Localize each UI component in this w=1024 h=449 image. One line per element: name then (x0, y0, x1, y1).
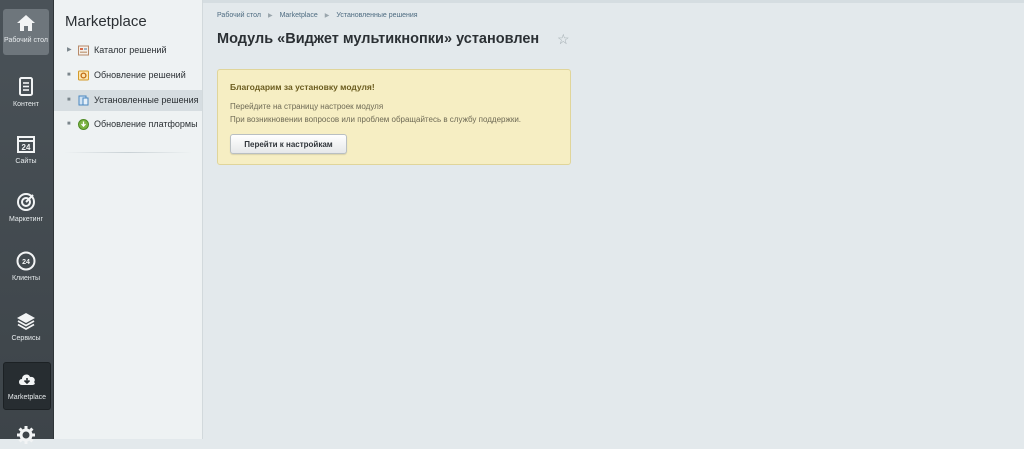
breadcrumb-desktop[interactable]: Рабочий стол (217, 12, 261, 19)
main-nav-rail: Рабочий стол Контент 24 Сайты Маркетинг … (0, 0, 54, 444)
cloud-download-icon (19, 374, 35, 385)
submenu-item-catalog[interactable]: ▶ Каталог решений (54, 40, 202, 61)
bullet-icon: ■ (67, 72, 71, 78)
submenu-item-installed-solutions[interactable]: ■ Установленные решения (54, 90, 202, 111)
bullet-icon: ■ (67, 121, 71, 127)
success-notice: Благодарим за установку модуля! Перейдит… (217, 69, 571, 165)
notice-line-settings: Перейдите на страницу настроек модуля (230, 102, 384, 111)
breadcrumb-marketplace[interactable]: Marketplace (280, 12, 318, 19)
layers-icon (17, 313, 35, 331)
submenu-item-platform-update[interactable]: ■ Обновление платформы (54, 114, 202, 135)
home-icon (17, 15, 35, 31)
breadcrumb-installed[interactable]: Установленные решения (336, 12, 417, 19)
calendar-24-icon: 24 (17, 136, 35, 153)
top-border (203, 0, 1024, 3)
document-icon (19, 77, 33, 96)
rail-item-content[interactable]: Контент (3, 76, 49, 109)
marketplace-submenu: Marketplace ▶ Каталог решений ■ Обновлен… (54, 0, 203, 439)
submenu-title: Marketplace (65, 13, 147, 30)
update-solutions-icon (78, 70, 89, 81)
svg-text:24: 24 (22, 143, 31, 152)
submenu-item-update-solutions[interactable]: ■ Обновление решений (54, 65, 202, 86)
rail-item-label: Сайты (15, 158, 37, 165)
rail-item-desktop[interactable]: Рабочий стол (3, 9, 49, 55)
notice-line-support: При возникновении вопросов или проблем о… (230, 115, 522, 124)
submenu-item-label: Каталог решений (94, 45, 167, 55)
rail-item-settings[interactable] (3, 424, 49, 449)
rail-item-sites[interactable]: 24 Сайты (3, 133, 49, 166)
rail-item-marketing[interactable]: Маркетинг (3, 191, 49, 224)
rail-item-label: Рабочий стол (4, 37, 48, 44)
go-to-settings-button[interactable]: Перейти к настройкам (230, 134, 347, 154)
breadcrumb-separator-icon: ▶ (267, 13, 273, 19)
submenu-divider (64, 152, 192, 153)
target-icon (17, 193, 35, 211)
rail-item-label: Маркетинг (8, 216, 44, 223)
main-content: Рабочий стол ▶ Marketplace ▶ Установленные р… (203, 0, 1024, 439)
gear-icon (17, 426, 35, 444)
expand-arrow-icon[interactable]: ▶ (67, 40, 72, 61)
rail-item-label: Контент (13, 101, 39, 108)
clients-24-icon: 24 (16, 251, 36, 271)
breadcrumb-separator-icon: ▶ (324, 13, 330, 19)
breadcrumb: Рабочий стол ▶ Marketplace ▶ Установленные р… (217, 12, 418, 19)
bullet-icon: ■ (67, 97, 71, 103)
rail-item-label: Marketplace (7, 394, 47, 401)
rail-item-marketplace[interactable]: Marketplace (3, 362, 51, 410)
rail-item-label: Сервисы (11, 335, 41, 342)
submenu-item-label: Обновление решений (94, 70, 186, 80)
installed-solutions-icon (78, 95, 89, 106)
rail-item-clients[interactable]: 24 Клиенты (3, 250, 49, 283)
platform-update-icon (78, 119, 89, 130)
favorite-star-icon[interactable]: ☆ (557, 31, 570, 48)
submenu-item-label: Обновление платформы (94, 119, 198, 129)
submenu-item-label: Установленные решения (94, 95, 199, 105)
rail-item-label: Клиенты (11, 275, 41, 282)
rail-item-services[interactable]: Сервисы (3, 310, 49, 343)
page-title: Модуль «Виджет мультикнопки» установлен (217, 31, 540, 47)
notice-title: Благодарим за установку модуля! (230, 82, 375, 92)
svg-text:24: 24 (22, 259, 30, 266)
catalog-icon (78, 45, 89, 56)
